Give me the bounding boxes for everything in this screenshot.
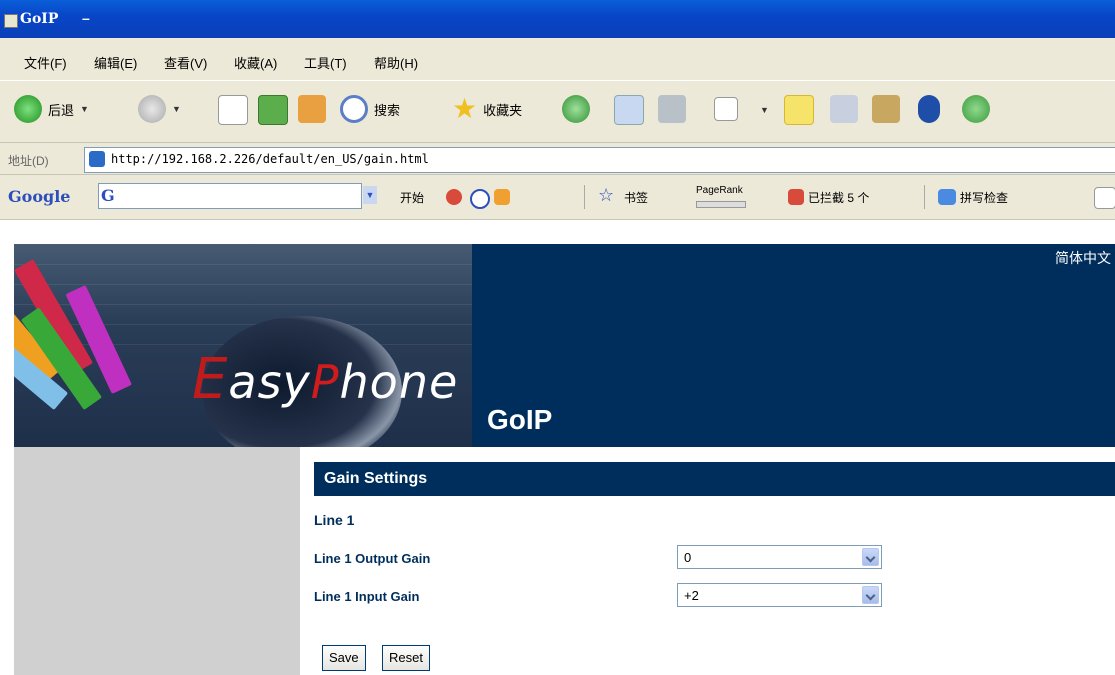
menu-edit[interactable]: 编辑(E) xyxy=(94,53,137,72)
google-news-icon[interactable] xyxy=(446,189,462,205)
google-start-button[interactable]: 开始 xyxy=(400,189,424,206)
browser-toolbar: 后退 ▼ ▼ 搜索 ★ 收藏夹 ▼ xyxy=(0,80,1115,143)
google-search-input[interactable]: G ▼ xyxy=(98,183,377,209)
address-field[interactable]: http://192.168.2.226/default/en_US/gain.… xyxy=(84,147,1115,173)
input-gain-select[interactable]: +2 xyxy=(677,583,882,607)
left-nav-pane xyxy=(14,447,300,675)
menu-help[interactable]: 帮助(H) xyxy=(374,53,418,72)
menu-view[interactable]: 查看(V) xyxy=(164,53,207,72)
mail-icon[interactable] xyxy=(614,95,644,125)
msn-icon[interactable] xyxy=(962,95,990,123)
menu-tools[interactable]: 工具(T) xyxy=(304,53,347,72)
messenger-icon[interactable] xyxy=(830,95,858,123)
back-dropdown-icon[interactable]: ▼ xyxy=(80,104,89,114)
toolbar-separator-2 xyxy=(924,185,925,209)
forward-arrow-icon xyxy=(138,95,166,123)
easyphone-logo: EasyPhone xyxy=(14,244,472,447)
search-label: 搜索 xyxy=(374,102,401,118)
product-title: GoIP xyxy=(487,404,553,435)
google-toolbar: Google G ▼ 开始 ☆ 书签 PageRank 已拦截 5 个 拼写检查 xyxy=(0,174,1115,220)
window-title: GoIP xyxy=(20,11,59,27)
line-section-title: Line 1 xyxy=(314,512,355,528)
back-button[interactable]: 后退 ▼ xyxy=(14,91,89,127)
address-bar: 地址(D) http://192.168.2.226/default/en_US… xyxy=(0,142,1115,175)
menu-file[interactable]: 文件(F) xyxy=(24,53,67,72)
favorites-star-icon: ★ xyxy=(452,93,478,124)
toolbar-separator xyxy=(584,185,585,209)
spellcheck-button[interactable]: 拼写检查 xyxy=(960,189,1008,206)
search-icon xyxy=(340,95,368,123)
translate-icon[interactable] xyxy=(1094,187,1115,209)
research-icon[interactable] xyxy=(872,95,900,123)
page-icon xyxy=(89,151,105,167)
output-gain-value: 0 xyxy=(684,550,692,565)
bluetooth-icon[interactable] xyxy=(918,95,940,123)
bookmark-star-icon[interactable]: ☆ xyxy=(598,185,614,206)
window-title-suffix: – xyxy=(82,10,90,26)
refresh-icon[interactable] xyxy=(258,95,288,125)
back-label: 后退 xyxy=(48,102,75,118)
history-icon[interactable] xyxy=(562,95,590,123)
popup-blocker-icon[interactable] xyxy=(788,189,804,205)
google-search-dropdown-icon[interactable]: ▼ xyxy=(363,186,377,204)
google-tools-icon[interactable] xyxy=(494,189,510,205)
pagerank-label: PageRank xyxy=(696,185,743,196)
stop-icon[interactable] xyxy=(218,95,248,125)
favorites-button[interactable]: ★ 收藏夹 xyxy=(452,91,522,127)
banner: EasyPhone 简体中文 GoIP xyxy=(14,244,1115,447)
language-link[interactable]: 简体中文 xyxy=(1055,248,1111,268)
logo-text: EasyPhone xyxy=(192,347,459,412)
chevron-down-icon[interactable] xyxy=(862,586,879,604)
notes-icon[interactable] xyxy=(784,95,814,125)
panel-title: Gain Settings xyxy=(324,470,428,487)
spellcheck-icon[interactable] xyxy=(938,189,956,205)
menu-bar: 文件(F) 编辑(E) 查看(V) 收藏(A) 工具(T) 帮助(H) xyxy=(0,38,1115,80)
forward-button[interactable]: ▼ xyxy=(138,91,181,127)
google-g-icon[interactable]: G xyxy=(101,186,115,205)
gain-settings-header: Gain Settings xyxy=(314,462,1115,496)
google-compass-icon[interactable] xyxy=(470,189,490,209)
google-bookmarks-button[interactable]: 书签 xyxy=(624,189,648,206)
input-gain-label: Line 1 Input Gain xyxy=(314,589,420,604)
popup-blocked-count[interactable]: 已拦截 5 个 xyxy=(808,189,869,206)
search-button[interactable]: 搜索 xyxy=(340,91,400,127)
print-icon[interactable] xyxy=(658,95,686,123)
address-label: 地址(D) xyxy=(8,154,49,168)
pagerank-meter xyxy=(696,201,746,208)
favorites-label: 收藏夹 xyxy=(483,102,523,118)
banner-stripe xyxy=(14,264,472,265)
edit-dropdown-icon[interactable]: ▼ xyxy=(760,105,769,115)
forward-dropdown-icon[interactable]: ▼ xyxy=(172,104,181,114)
window-title-bar: GoIP – xyxy=(0,0,1115,38)
reset-button[interactable]: Reset xyxy=(382,645,430,671)
save-button[interactable]: Save xyxy=(322,645,366,671)
output-gain-label: Line 1 Output Gain xyxy=(314,551,431,566)
back-arrow-icon xyxy=(14,95,42,123)
ie-page-icon xyxy=(4,14,18,28)
output-gain-select[interactable]: 0 xyxy=(677,545,882,569)
edit-icon[interactable] xyxy=(714,97,738,121)
input-gain-value: +2 xyxy=(684,588,699,603)
google-logo[interactable]: Google xyxy=(8,187,70,206)
menu-favorites[interactable]: 收藏(A) xyxy=(234,53,277,72)
address-url[interactable]: http://192.168.2.226/default/en_US/gain.… xyxy=(111,152,429,166)
home-icon[interactable] xyxy=(298,95,326,123)
chevron-down-icon[interactable] xyxy=(862,548,879,566)
